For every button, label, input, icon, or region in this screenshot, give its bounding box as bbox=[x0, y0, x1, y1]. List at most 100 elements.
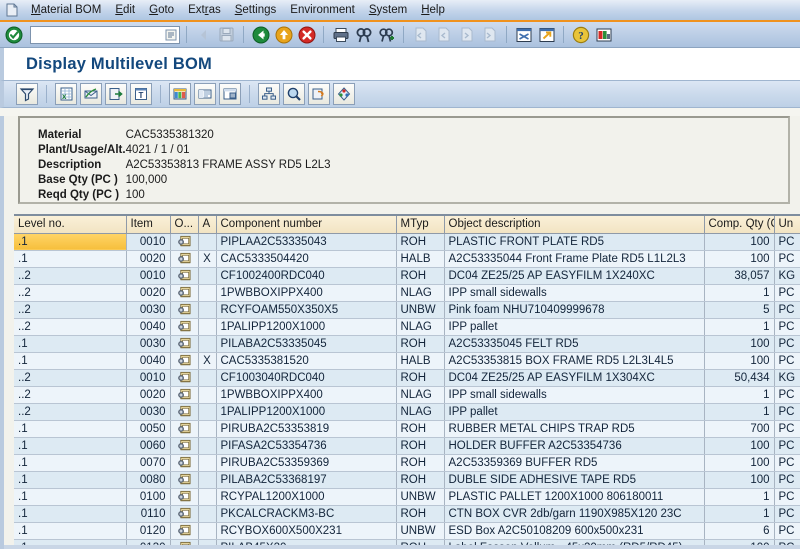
table-row[interactable]: ..2 0040 1PALIPP1200X1000 NLAG IPP pallet 1 PC bbox=[14, 318, 800, 336]
cell-component-quantity[interactable]: 1 bbox=[704, 403, 775, 421]
cell-component-number[interactable]: PIRUBA2C53353819 bbox=[216, 420, 397, 438]
help-icon[interactable]: ? bbox=[570, 24, 591, 45]
cell-object-description[interactable]: IPP pallet bbox=[444, 318, 705, 336]
table-row[interactable]: .1 0040 X CAC5335381520 HALB A2C53353815 BOX … bbox=[14, 352, 800, 370]
print-icon[interactable] bbox=[330, 24, 351, 45]
mail-recipient-icon[interactable] bbox=[80, 83, 102, 105]
table-row[interactable]: .1 0020 X CAC5333504420 HALB A2C53335044 Fron… bbox=[14, 250, 800, 268]
cell-assembly-indicator[interactable] bbox=[198, 505, 217, 523]
display-item-icon[interactable] bbox=[283, 83, 305, 105]
table-row[interactable]: ..2 0030 1PALIPP1200X1000 NLAG IPP pallet 1 PC bbox=[14, 403, 800, 421]
table-row[interactable]: .1 0030 PILABA2C53335045 ROH A2C53335045 FEL… bbox=[14, 335, 800, 353]
cell-component-quantity[interactable]: 700 bbox=[704, 420, 775, 438]
cell-item[interactable]: 0010 bbox=[126, 369, 171, 387]
cell-item[interactable]: 0120 bbox=[126, 522, 171, 540]
cell-material-type[interactable]: NLAG bbox=[396, 386, 445, 404]
menu-item-material-bom[interactable]: Material BOM bbox=[24, 2, 108, 18]
cell-unit[interactable]: PC bbox=[774, 437, 800, 455]
structure-icon[interactable] bbox=[258, 83, 280, 105]
create-shortcut-icon[interactable] bbox=[536, 24, 557, 45]
cell-level[interactable]: ..2 bbox=[14, 369, 127, 387]
cell-object-description[interactable]: A2C53335045 FELT RD5 bbox=[444, 335, 705, 353]
object-overview-icon[interactable] bbox=[333, 83, 355, 105]
cell-level[interactable]: .1 bbox=[14, 233, 127, 251]
cell-unit[interactable]: PC bbox=[774, 403, 800, 421]
detail-view-icon[interactable] bbox=[194, 83, 216, 105]
cell-component-number[interactable]: 1PALIPP1200X1000 bbox=[216, 403, 397, 421]
cell-assembly-indicator[interactable]: X bbox=[198, 352, 217, 370]
cell-object-description[interactable]: DUBLE SIDE ADHESIVE TAPE RD5 bbox=[444, 471, 705, 489]
cell-component-number[interactable]: RCYFOAM550X350X5 bbox=[216, 301, 397, 319]
print-preview-icon[interactable] bbox=[219, 83, 241, 105]
cell-material-type[interactable]: ROH bbox=[396, 369, 445, 387]
cell-component-number[interactable]: CF1002400RDC040 bbox=[216, 267, 397, 285]
cell-object-description[interactable]: A2C53359369 BUFFER RD5 bbox=[444, 454, 705, 472]
cell-component-quantity[interactable]: 1 bbox=[704, 505, 775, 523]
cell-item[interactable]: 0020 bbox=[126, 250, 171, 268]
cell-level[interactable]: ..2 bbox=[14, 403, 127, 421]
cell-object-description[interactable]: PLASTIC FRONT PLATE RD5 bbox=[444, 233, 705, 251]
spreadsheet-icon[interactable]: x bbox=[55, 83, 77, 105]
table-row[interactable]: .1 0120 RCYBOX600X500X231 UNBW ESD Box A2C50… bbox=[14, 522, 800, 540]
cell-item[interactable]: 0100 bbox=[126, 488, 171, 506]
text-display-icon[interactable]: T bbox=[130, 83, 152, 105]
cell-item[interactable]: 0030 bbox=[126, 403, 171, 421]
cell-object-icon[interactable] bbox=[170, 250, 199, 268]
cell-object-icon[interactable] bbox=[170, 403, 199, 421]
enter-check-icon[interactable] bbox=[3, 24, 24, 45]
cell-component-quantity[interactable]: 1 bbox=[704, 386, 775, 404]
cell-object-description[interactable]: PLASTIC PALLET 1200X1000 806180011 bbox=[444, 488, 705, 506]
cell-component-quantity[interactable]: 100 bbox=[704, 352, 775, 370]
cell-object-icon[interactable] bbox=[170, 369, 199, 387]
cell-material-type[interactable]: ROH bbox=[396, 437, 445, 455]
cell-component-quantity[interactable]: 100 bbox=[704, 437, 775, 455]
cell-item[interactable]: 0040 bbox=[126, 352, 171, 370]
cell-assembly-indicator[interactable]: X bbox=[198, 250, 217, 268]
cell-component-quantity[interactable]: 5 bbox=[704, 301, 775, 319]
cell-object-icon[interactable] bbox=[170, 318, 199, 336]
cell-material-type[interactable]: ROH bbox=[396, 233, 445, 251]
cell-material-type[interactable]: HALB bbox=[396, 250, 445, 268]
cell-material-type[interactable]: UNBW bbox=[396, 522, 445, 540]
cell-object-description[interactable]: ESD Box A2C50108209 600x500x231 bbox=[444, 522, 705, 540]
cell-unit[interactable]: PC bbox=[774, 318, 800, 336]
command-field[interactable] bbox=[30, 25, 180, 44]
cell-unit[interactable]: PC bbox=[774, 284, 800, 302]
cell-component-number[interactable]: 1PWBBOXIPPX400 bbox=[216, 386, 397, 404]
cell-component-quantity[interactable]: 6 bbox=[704, 522, 775, 540]
cell-object-description[interactable]: DC04 ZE25/25 AP EASYFILM 1X304XC bbox=[444, 369, 705, 387]
cell-item[interactable]: 0110 bbox=[126, 505, 171, 523]
cell-component-quantity[interactable]: 1 bbox=[704, 284, 775, 302]
cell-object-icon[interactable] bbox=[170, 335, 199, 353]
table-row[interactable]: ..2 0020 1PWBBOXIPPX400 NLAG IPP small sidew… bbox=[14, 386, 800, 404]
cell-material-type[interactable]: ROH bbox=[396, 505, 445, 523]
cell-unit[interactable]: PC bbox=[774, 488, 800, 506]
cell-component-quantity[interactable]: 50,434 bbox=[704, 369, 775, 387]
cell-object-icon[interactable] bbox=[170, 505, 199, 523]
cell-level[interactable]: .1 bbox=[14, 488, 127, 506]
cell-item[interactable]: 0060 bbox=[126, 437, 171, 455]
cell-material-type[interactable]: UNBW bbox=[396, 301, 445, 319]
cell-component-number[interactable]: PIPLAA2C53335043 bbox=[216, 233, 397, 251]
cell-material-type[interactable]: NLAG bbox=[396, 403, 445, 421]
menu-item-goto[interactable]: Goto bbox=[142, 2, 181, 18]
command-input[interactable] bbox=[31, 27, 161, 42]
cell-item[interactable]: 0010 bbox=[126, 233, 171, 251]
cell-component-number[interactable]: PILABA2C53368197 bbox=[216, 471, 397, 489]
customize-local-layout-icon[interactable] bbox=[593, 24, 614, 45]
cell-material-type[interactable]: ROH bbox=[396, 454, 445, 472]
cancel-red-icon[interactable] bbox=[296, 24, 317, 45]
table-row[interactable]: .1 0070 PIRUBA2C53359369 ROH A2C53359369 BUF… bbox=[14, 454, 800, 472]
cell-unit[interactable]: PC bbox=[774, 420, 800, 438]
cell-component-number[interactable]: CAC5333504420 bbox=[216, 250, 397, 268]
cell-item[interactable]: 0020 bbox=[126, 284, 171, 302]
cell-assembly-indicator[interactable] bbox=[198, 318, 217, 336]
find-next-icon[interactable] bbox=[376, 24, 397, 45]
cell-component-quantity[interactable]: 100 bbox=[704, 454, 775, 472]
column-header-qty[interactable]: Comp. Qty (CUn) bbox=[704, 216, 775, 234]
cell-item[interactable]: 0030 bbox=[126, 335, 171, 353]
cell-component-number[interactable]: PIRUBA2C53359369 bbox=[216, 454, 397, 472]
cell-level[interactable]: .1 bbox=[14, 471, 127, 489]
cell-level[interactable]: .1 bbox=[14, 505, 127, 523]
command-field-dropdown-icon[interactable] bbox=[164, 28, 178, 42]
